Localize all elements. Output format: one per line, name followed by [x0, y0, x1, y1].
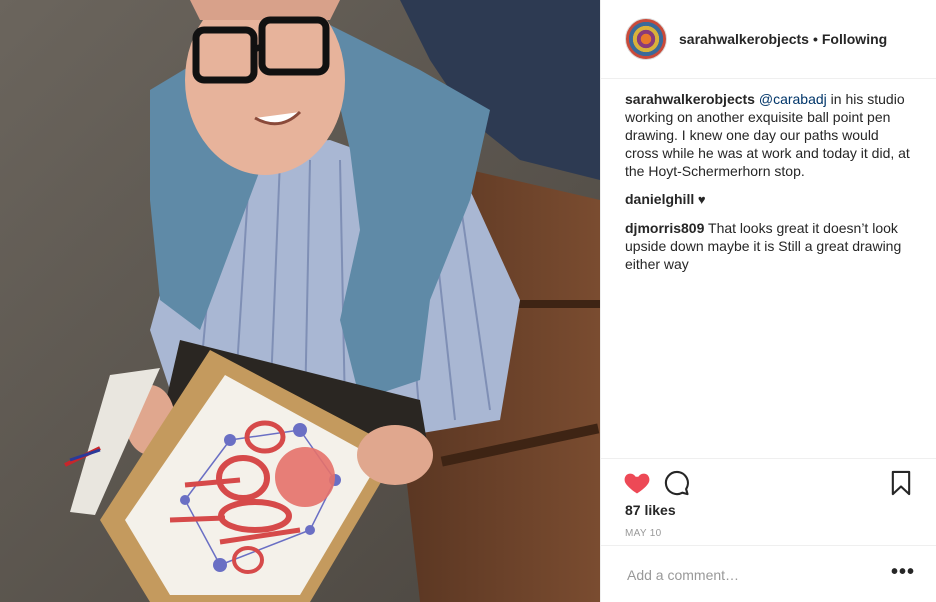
likes-count[interactable]: 87 likes — [625, 502, 676, 518]
more-options-button[interactable]: ••• — [891, 562, 915, 582]
post-photo[interactable] — [0, 0, 600, 602]
add-comment-input[interactable] — [625, 562, 869, 588]
post-actions: 87 likes MAY 10 — [601, 458, 936, 558]
comment-username[interactable]: danielghill — [625, 191, 694, 207]
comments-list: sarahwalkerobjects @carabadj in his stud… — [625, 90, 915, 283]
heart-icon — [624, 473, 650, 494]
post-image — [0, 0, 600, 602]
comment: danielghill ♥ — [625, 190, 915, 209]
header-text: sarahwalkerobjects • Following — [679, 31, 887, 47]
follow-status-button[interactable]: Following — [822, 31, 887, 47]
add-comment-section: ••• — [601, 545, 936, 602]
header-separator: • — [812, 31, 818, 47]
save-button[interactable] — [887, 469, 915, 497]
comment-username[interactable]: sarahwalkerobjects — [625, 91, 755, 107]
comment-mention[interactable]: @carabadj — [759, 91, 827, 107]
instagram-post: sarahwalkerobjects • Following sarahwalker… — [0, 0, 936, 602]
bookmark-icon — [891, 470, 911, 496]
comment-username[interactable]: djmorris809 — [625, 220, 704, 236]
comment: djmorris809 That looks great it doesn’t … — [625, 219, 915, 273]
post-header: sarahwalkerobjects • Following — [601, 0, 936, 79]
post-date[interactable]: MAY 10 — [625, 528, 661, 539]
post-details-panel: sarahwalkerobjects • Following sarahwalker… — [600, 0, 936, 602]
comment-button[interactable] — [663, 469, 691, 497]
like-button[interactable] — [623, 469, 651, 497]
comment-text: ♥ — [694, 192, 706, 207]
avatar[interactable] — [625, 18, 667, 60]
caption-comment: sarahwalkerobjects @carabadj in his stud… — [625, 90, 915, 180]
comment-icon — [664, 470, 689, 496]
header-username[interactable]: sarahwalkerobjects — [679, 31, 809, 47]
